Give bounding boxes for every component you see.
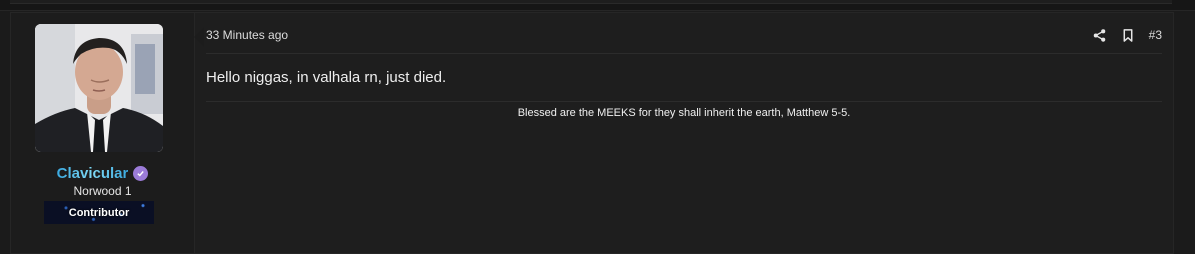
user-title: Norwood 1 [73,184,132,198]
post-actions: #3 [1093,25,1162,45]
username-row: Clavicular [11,163,194,183]
avatar-image [35,24,163,152]
post-header: 33 Minutes ago #3 [206,25,1162,54]
username-link[interactable]: Clavicular [57,165,129,182]
signature-divider [206,101,1162,102]
user-banner-label: Contributor [68,206,130,219]
message-column: 33 Minutes ago #3 Hello niggas, in valha… [195,13,1173,253]
previous-post-edge [10,0,1172,4]
post-message: Hello niggas, in valhala rn, just died. [206,69,447,86]
user-banner: Contributor [44,201,154,224]
user-signature: Blessed are the MEEKS for they shall inh… [517,107,851,119]
post-number-link[interactable]: #3 [1149,28,1162,42]
avatar[interactable] [35,24,163,152]
post-timestamp[interactable]: 33 Minutes ago [206,28,288,42]
forum-post: Clavicular Norwood 1 Contributor 33 Minu… [10,12,1174,254]
top-separator [0,0,1195,11]
user-info-column: Clavicular Norwood 1 Contributor [11,13,195,253]
verified-badge-icon [133,165,149,181]
bookmark-icon[interactable] [1121,28,1135,42]
share-icon[interactable] [1093,28,1107,42]
